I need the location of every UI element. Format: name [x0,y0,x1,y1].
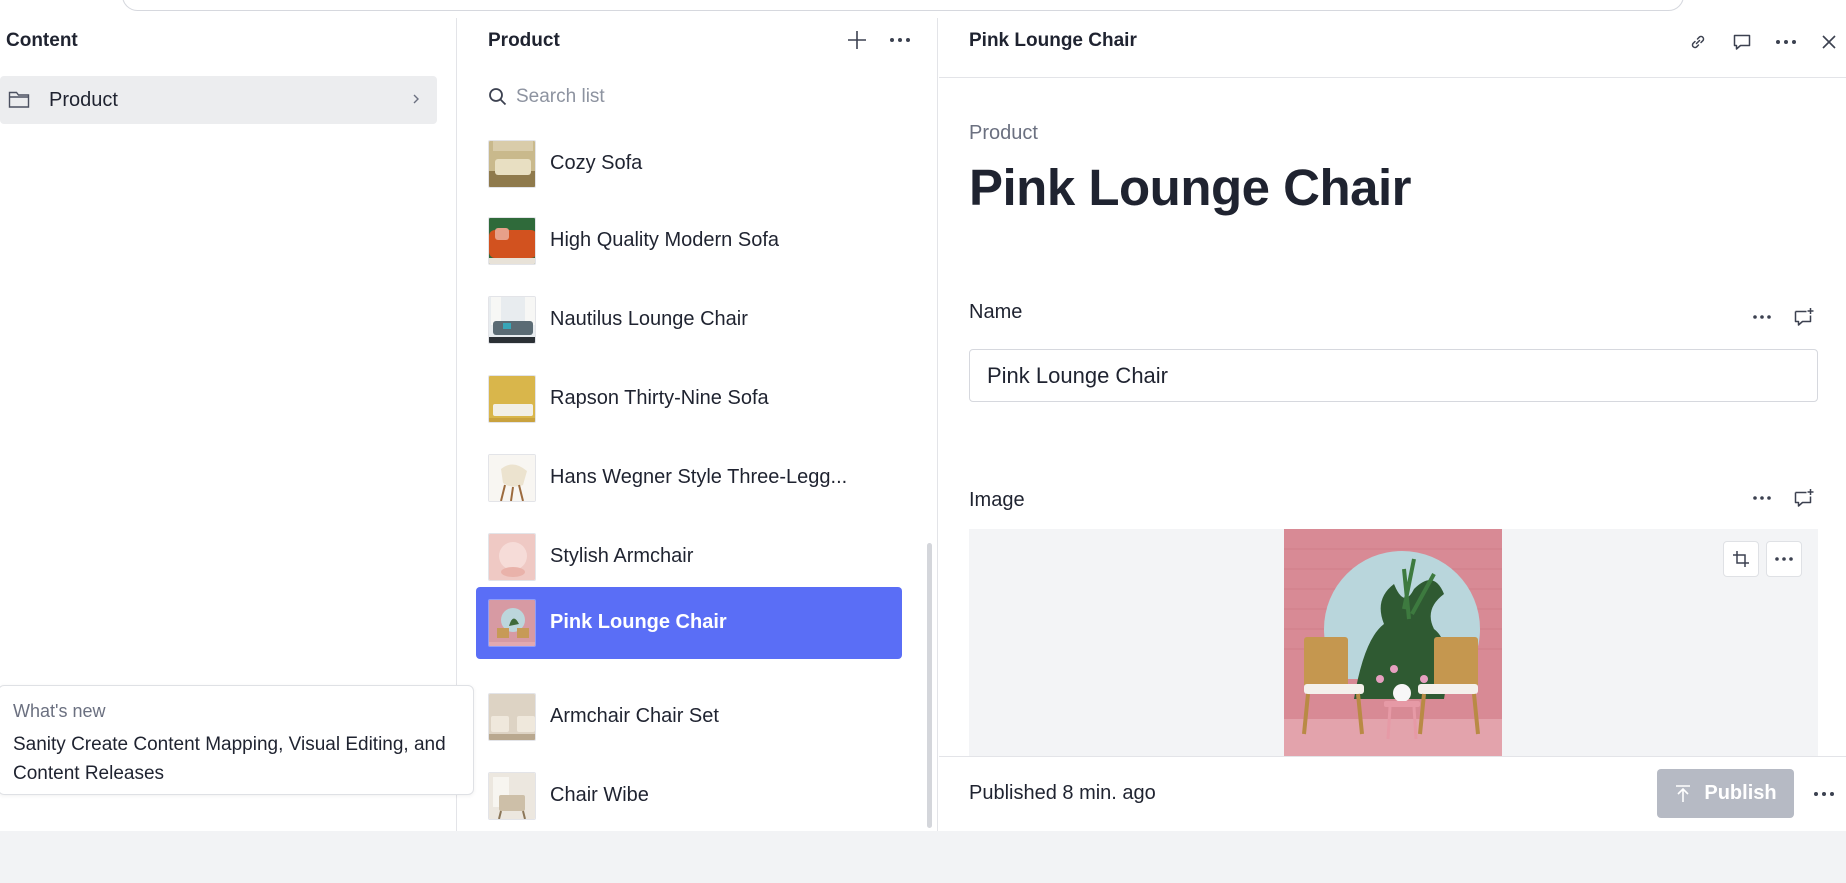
studio-app: Content Product Product Search list Cozy… [0,18,1846,831]
search-icon [489,88,507,106]
search-input[interactable] [516,81,896,113]
list-menu-button[interactable] [885,25,915,55]
whats-new-kicker: What's new [13,701,106,721]
more-horizontal-icon [890,38,910,42]
list-item[interactable]: Rapson Thirty-Nine Sofa [476,363,902,435]
list-pane-title: Product [488,30,560,51]
image-field-menu-button[interactable] [1747,483,1777,513]
product-image [1284,529,1502,756]
whats-new-card[interactable]: What's new Sanity Create Content Mapping… [0,685,474,795]
document-header: Pink Lounge Chair [939,18,1846,78]
whats-new-message: Sanity Create Content Mapping, Visual Ed… [13,734,446,784]
add-comment-icon [1794,308,1814,326]
copy-link-button[interactable] [1683,27,1713,57]
document-footer: Published 8 min. ago Publish [939,756,1846,831]
list-item[interactable]: Hans Wegner Style Three-Legg... [476,442,902,514]
document-pane: Pink Lounge Chair Product Pink Lounge Ch… [939,18,1846,831]
list-item[interactable]: Nautilus Lounge Chair [476,284,902,356]
publish-button-label: Publish [1704,782,1777,804]
plus-icon [848,31,866,49]
image-field-label: Image [969,489,1025,511]
document-heading: Pink Lounge Chair [969,159,1412,216]
list-item[interactable]: Armchair Chair Set [476,681,902,753]
product-thumbnail [488,375,536,423]
global-search-box[interactable] [122,0,1684,11]
create-document-button[interactable] [842,25,872,55]
product-thumbnail [488,454,536,502]
list-item[interactable]: Chair Wibe [476,760,902,832]
image-menu-button[interactable] [1766,541,1802,577]
product-thumbnail [488,693,536,741]
name-field-input[interactable] [969,349,1818,402]
product-name: Rapson Thirty-Nine Sofa [550,387,769,409]
product-name: Stylish Armchair [550,545,694,567]
product-thumbnail [488,772,536,820]
document-type-label: Product [969,122,1038,144]
product-thumbnail [488,140,536,188]
product-name: Cozy Sofa [550,152,643,174]
content-pane-title: Content [6,30,78,51]
list-item[interactable]: Stylish Armchair [476,521,902,593]
comments-button[interactable] [1727,27,1757,57]
publish-icon [1676,784,1691,802]
close-pane-button[interactable] [1814,27,1844,57]
list-scrollbar[interactable] [927,543,932,828]
name-field-label: Name [969,301,1023,323]
list-item-selected[interactable]: Pink Lounge Chair [476,587,902,659]
list-item[interactable]: Cozy Sofa [476,128,902,200]
image-field-add-comment-button[interactable] [1789,483,1819,513]
product-thumbnail [488,296,536,344]
comment-icon [1733,34,1751,50]
publish-button[interactable]: Publish [1657,769,1794,818]
link-icon [1691,35,1705,49]
product-name: Chair Wibe [550,784,649,806]
list-item[interactable]: High Quality Modern Sofa [476,205,902,277]
name-field-add-comment-button[interactable] [1789,302,1819,332]
document-actions-menu-button[interactable] [1809,779,1839,809]
image-field-preview[interactable] [969,529,1818,756]
chevron-right-icon [413,94,419,104]
crop-icon [1733,551,1749,567]
product-name: Pink Lounge Chair [550,611,727,633]
more-horizontal-icon [1814,792,1834,796]
more-horizontal-icon [1753,315,1771,319]
list-search [488,81,908,113]
top-bar [0,0,1846,18]
product-thumbnail [488,599,536,647]
folder-icon [8,91,30,108]
more-horizontal-icon [1776,40,1796,44]
crop-image-button[interactable] [1723,541,1759,577]
product-name: Armchair Chair Set [550,705,719,727]
close-icon [1822,35,1836,49]
content-item-label: Product [49,89,118,111]
product-name: Hans Wegner Style Three-Legg... [550,466,848,488]
publish-status: Published 8 min. ago [969,782,1156,804]
document-menu-button[interactable] [1771,27,1801,57]
document-header-title: Pink Lounge Chair [969,30,1137,51]
more-horizontal-icon [1775,557,1793,561]
product-thumbnail [488,217,536,265]
product-name: Nautilus Lounge Chair [550,308,748,330]
add-comment-icon [1794,489,1814,507]
name-field-menu-button[interactable] [1747,302,1777,332]
product-list-pane: Product Cozy Sofa [457,18,938,831]
product-thumbnail [488,533,536,581]
more-horizontal-icon [1753,496,1771,500]
content-item-product[interactable]: Product [0,76,437,124]
product-name: High Quality Modern Sofa [550,229,780,251]
